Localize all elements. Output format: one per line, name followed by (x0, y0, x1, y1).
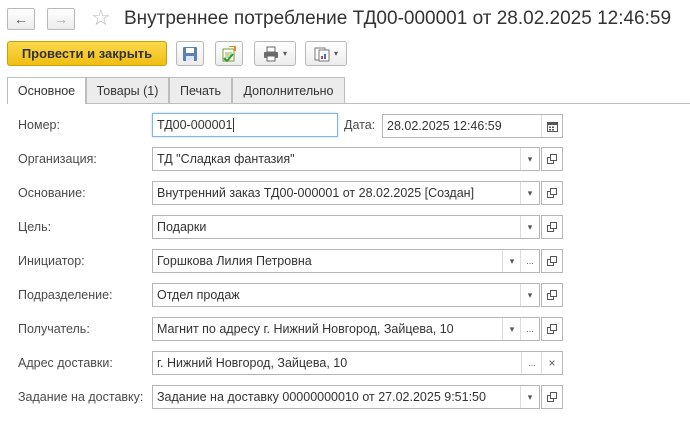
chevron-down-icon: ▾ (527, 289, 533, 300)
chevron-down-icon: ▾ (509, 323, 515, 334)
open-window-icon (547, 154, 557, 164)
delivery-task-dropdown-button[interactable]: ▾ (520, 386, 539, 408)
organization-dropdown-button[interactable]: ▾ (520, 148, 539, 170)
ellipsis-icon: ... (528, 358, 536, 368)
open-window-icon (547, 256, 557, 266)
initiator-open-button[interactable] (541, 249, 563, 273)
delivery-task-label: Задание на доставку: (18, 390, 144, 404)
tab-additional[interactable]: Дополнительно (232, 77, 345, 103)
purpose-field[interactable]: Подарки ▾ (152, 215, 540, 239)
arrow-left-icon: ← (14, 11, 28, 27)
number-field[interactable]: ТД00-000001 (152, 113, 338, 137)
delivery-address-field[interactable]: г. Нижний Новгород, Зайцева, 10 ... × (152, 351, 563, 375)
basis-value: Внутренний заказ ТД00-000001 от 28.02.20… (157, 186, 475, 200)
window-title: Внутреннее потребление ТД00-000001 от 28… (124, 8, 672, 29)
recipient-label: Получатель: (18, 322, 90, 336)
arrow-right-icon: → (54, 11, 68, 27)
chevron-down-icon: ▾ (333, 49, 338, 58)
date-value: 28.02.2025 12:46:59 (387, 119, 502, 133)
purpose-label: Цель: (18, 220, 52, 234)
chevron-down-icon: ▾ (527, 221, 533, 232)
open-window-icon (547, 324, 557, 334)
purpose-open-button[interactable] (541, 215, 563, 239)
delivery-task-open-button[interactable] (541, 385, 563, 409)
department-label: Подразделение: (18, 288, 113, 302)
organization-field[interactable]: ТД "Сладкая фантазия" ▾ (152, 147, 540, 171)
recipient-value: Магнит по адресу г. Нижний Новгород, Зай… (157, 322, 454, 336)
department-field[interactable]: Отдел продаж ▾ (152, 283, 540, 307)
forward-button[interactable]: → (47, 8, 75, 30)
purpose-value: Подарки (157, 220, 207, 234)
chevron-down-icon: ▾ (509, 255, 515, 266)
delivery-task-field[interactable]: Задание на доставку 00000000010 от 27.02… (152, 385, 540, 409)
chevron-down-icon: ▾ (527, 391, 533, 402)
recipient-open-button[interactable] (541, 317, 563, 341)
chevron-down-icon: ▾ (282, 49, 287, 58)
basis-field[interactable]: Внутренний заказ ТД00-000001 от 28.02.20… (152, 181, 540, 205)
recipient-select-button[interactable]: ... (520, 318, 539, 340)
close-icon: × (548, 356, 556, 370)
date-label: Дата: (344, 118, 376, 132)
post-document-button[interactable] (215, 41, 243, 66)
initiator-label: Инициатор: (18, 254, 85, 268)
post-and-close-button[interactable]: Провести и закрыть (7, 41, 167, 66)
back-button[interactable]: ← (7, 8, 35, 30)
report-icon (314, 47, 330, 61)
favorite-star-icon[interactable]: ☆ (91, 6, 111, 30)
recipient-dropdown-button[interactable]: ▾ (502, 318, 521, 340)
floppy-disk-icon (183, 46, 197, 61)
open-window-icon (547, 290, 557, 300)
delivery-address-label: Адрес доставки: (18, 356, 113, 370)
initiator-select-button[interactable]: ... (520, 250, 539, 272)
department-value: Отдел продаж (157, 288, 240, 302)
tab-main[interactable]: Основное (7, 77, 86, 104)
organization-open-button[interactable] (541, 147, 563, 171)
initiator-field[interactable]: Горшкова Лилия Петровна ▾ ... (152, 249, 540, 273)
number-label: Номер: (18, 118, 60, 132)
delivery-address-clear-button[interactable]: × (541, 352, 562, 374)
organization-value: ТД "Сладкая фантазия" (157, 152, 295, 166)
delivery-address-select-button[interactable]: ... (521, 352, 542, 374)
department-dropdown-button[interactable]: ▾ (520, 284, 539, 306)
number-value: ТД00-000001 (157, 118, 233, 132)
print-menu-button[interactable]: ▾ (254, 41, 296, 66)
basis-dropdown-button[interactable]: ▾ (520, 182, 539, 204)
basis-label: Основание: (18, 186, 86, 200)
open-window-icon (547, 188, 557, 198)
delivery-task-value: Задание на доставку 00000000010 от 27.02… (157, 390, 486, 404)
recipient-field[interactable]: Магнит по адресу г. Нижний Новгород, Зай… (152, 317, 540, 341)
date-field[interactable]: 28.02.2025 12:46:59 (382, 114, 563, 138)
ellipsis-icon: ... (526, 324, 534, 334)
reports-menu-button[interactable]: ▾ (305, 41, 347, 66)
tab-print[interactable]: Печать (169, 77, 232, 103)
delivery-address-value: г. Нижний Новгород, Зайцева, 10 (157, 356, 348, 370)
open-window-icon (547, 222, 557, 232)
save-button[interactable] (176, 41, 204, 66)
basis-open-button[interactable] (541, 181, 563, 205)
department-open-button[interactable] (541, 283, 563, 307)
chevron-down-icon: ▾ (527, 187, 533, 198)
calendar-icon (546, 121, 558, 132)
organization-label: Организация: (18, 152, 97, 166)
initiator-dropdown-button[interactable]: ▾ (502, 250, 521, 272)
open-window-icon (547, 392, 557, 402)
chevron-down-icon: ▾ (527, 153, 533, 164)
text-cursor (233, 118, 235, 132)
tab-goods[interactable]: Товары (1) (86, 77, 169, 103)
tab-divider (7, 103, 690, 104)
printer-icon (263, 46, 278, 61)
ellipsis-icon: ... (526, 256, 534, 266)
calendar-button[interactable] (541, 115, 562, 137)
purpose-dropdown-button[interactable]: ▾ (520, 216, 539, 238)
initiator-value: Горшкова Лилия Петровна (157, 254, 312, 268)
post-document-icon (222, 45, 236, 62)
